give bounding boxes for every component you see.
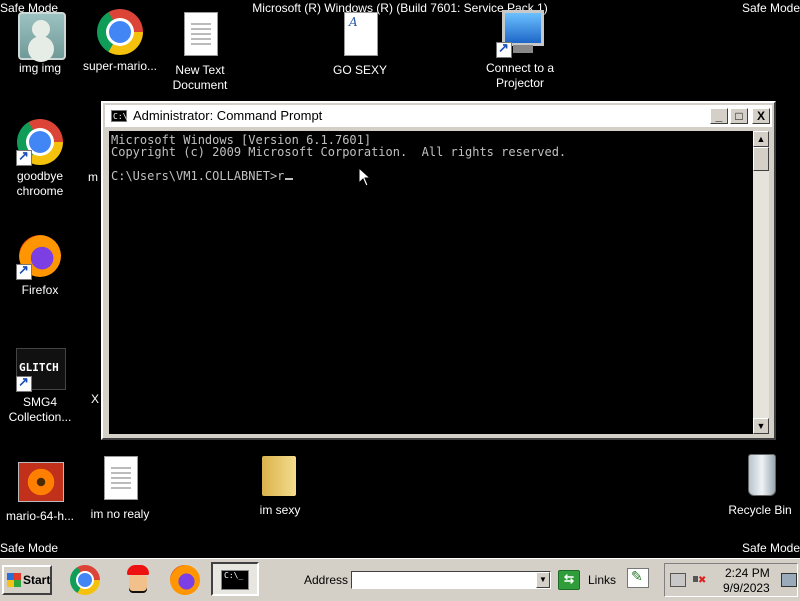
console-output[interactable]: Microsoft Windows [Version 6.1.7601] Cop…: [109, 131, 753, 434]
vertical-scrollbar[interactable]: ▲ ▼: [753, 131, 769, 434]
firefox-icon: [170, 565, 200, 595]
scroll-thumb[interactable]: [753, 147, 769, 171]
taskbar-command-prompt[interactable]: C:\_: [211, 562, 259, 596]
shortcut-arrow-icon: [16, 374, 32, 392]
maximize-button[interactable]: □: [730, 108, 748, 124]
chrome-icon: [70, 565, 100, 595]
quick-launch-mario[interactable]: [120, 565, 154, 595]
chrome-icon: [97, 9, 143, 55]
window-title: Administrator: Command Prompt: [133, 108, 323, 123]
scroll-down-button[interactable]: ▼: [753, 418, 769, 434]
desktop-icon-partial-x[interactable]: X: [91, 392, 99, 406]
desktop-icon-connect-projector[interactable]: Connect to a Projector: [478, 10, 562, 91]
minimize-button[interactable]: _: [710, 108, 728, 124]
command-prompt-icon: C:\_: [111, 110, 133, 122]
wordpad-document-icon: [344, 12, 378, 56]
desktop-icon-label: goodbye chroome: [16, 169, 64, 198]
taskbar: Start C:\_ Address ▼ ⇆ Links 2:24 PM 9/9…: [0, 558, 800, 601]
start-label: Start: [23, 573, 51, 587]
quick-launch-chrome[interactable]: [68, 565, 102, 595]
console-prompt-text: C:\Users\VM1.COLLABNET>r: [111, 169, 285, 183]
desktop-icon-label: GO SEXY: [332, 63, 388, 77]
console-line: Copyright (c) 2009 Microsoft Corporation…: [111, 145, 567, 159]
desktop-icon-label: super-mario...: [82, 59, 158, 73]
user-picture-icon: [18, 12, 66, 60]
image-file-icon: [18, 462, 64, 502]
clock-date[interactable]: 9/9/2023: [723, 581, 770, 595]
text-document-icon: [184, 12, 218, 56]
command-prompt-icon: C:\_: [221, 570, 249, 590]
shortcut-arrow-icon: [496, 40, 512, 58]
address-field[interactable]: ▼: [351, 571, 551, 589]
desktop-icon-label: New Text Document: [172, 63, 228, 92]
shortcut-arrow-icon: [16, 148, 32, 166]
go-icon[interactable]: ⇆: [558, 570, 580, 590]
desktop-icon-label: im no realy: [90, 507, 150, 521]
text-cursor: [285, 178, 294, 180]
windows-flag-icon: [7, 573, 21, 587]
shortcut-arrow-icon: [16, 262, 32, 280]
safe-mode-label-bottom-right: Safe Mode: [741, 541, 800, 555]
desktop-icon-img-img[interactable]: img img: [0, 10, 82, 76]
address-input[interactable]: [352, 572, 540, 588]
desktop-icon-label: Recycle Bin: [728, 503, 792, 517]
close-button[interactable]: X: [752, 108, 770, 124]
desktop-icon-label: Firefox: [21, 283, 59, 297]
desktop-icon-firefox[interactable]: Firefox: [0, 232, 82, 298]
mario-icon: [122, 565, 152, 595]
desktop-icon-label: mario-64-h...: [5, 509, 75, 523]
desktop-icon-recycle-bin[interactable]: Recycle Bin: [718, 452, 800, 518]
recycle-bin-icon: [748, 454, 776, 496]
system-tray: 2:24 PM 9/9/2023: [664, 563, 798, 597]
text-document-icon: [104, 456, 138, 500]
volume-muted-icon[interactable]: [693, 573, 707, 586]
desktop-icon-label: im sexy: [259, 503, 301, 517]
scroll-up-button[interactable]: ▲: [753, 131, 769, 147]
network-icon[interactable]: [670, 573, 686, 587]
desktop-icon-goodbye-chroome[interactable]: goodbye chroome: [0, 118, 82, 199]
desktop-icon-go-sexy[interactable]: GO SEXY: [318, 12, 402, 78]
start-button[interactable]: Start: [2, 565, 52, 595]
desktop-icon-label: SMG4 Collection...: [8, 395, 72, 424]
show-desktop-icon[interactable]: [781, 573, 797, 587]
clock-time[interactable]: 2:24 PM: [725, 566, 770, 580]
desktop-icon-im-no-realy[interactable]: im no realy: [78, 456, 162, 522]
desktop-icon-label: Connect to a Projector: [485, 61, 555, 90]
folder-icon: [262, 456, 296, 496]
desktop-icon-mario-64[interactable]: mario-64-h...: [0, 458, 82, 524]
desktop-icon-smg4-collection[interactable]: GLITCH SMG4 Collection...: [0, 344, 82, 425]
desktop-icon-label: img img: [18, 61, 61, 75]
command-prompt-window[interactable]: C:\_ Administrator: Command Prompt _ □ X…: [101, 101, 776, 440]
desktop-icon-super-mario[interactable]: super-mario...: [78, 8, 162, 74]
links-label[interactable]: Links: [588, 573, 616, 587]
address-label: Address: [304, 573, 349, 587]
desktop-icon-partial-m[interactable]: m: [88, 170, 98, 184]
safe-mode-label-bottom-left: Safe Mode: [0, 541, 59, 555]
quick-launch-firefox[interactable]: [168, 565, 202, 595]
window-titlebar[interactable]: C:\_ Administrator: Command Prompt _ □ X: [105, 105, 772, 127]
desktop-icon-new-text-document[interactable]: New Text Document: [158, 12, 242, 93]
desktop-icon-im-sexy[interactable]: im sexy: [238, 452, 322, 518]
links-toolbar-icon[interactable]: [627, 568, 649, 588]
address-dropdown-button[interactable]: ▼: [536, 572, 550, 588]
console-prompt-line[interactable]: C:\Users\VM1.COLLABNET>r: [111, 169, 294, 183]
